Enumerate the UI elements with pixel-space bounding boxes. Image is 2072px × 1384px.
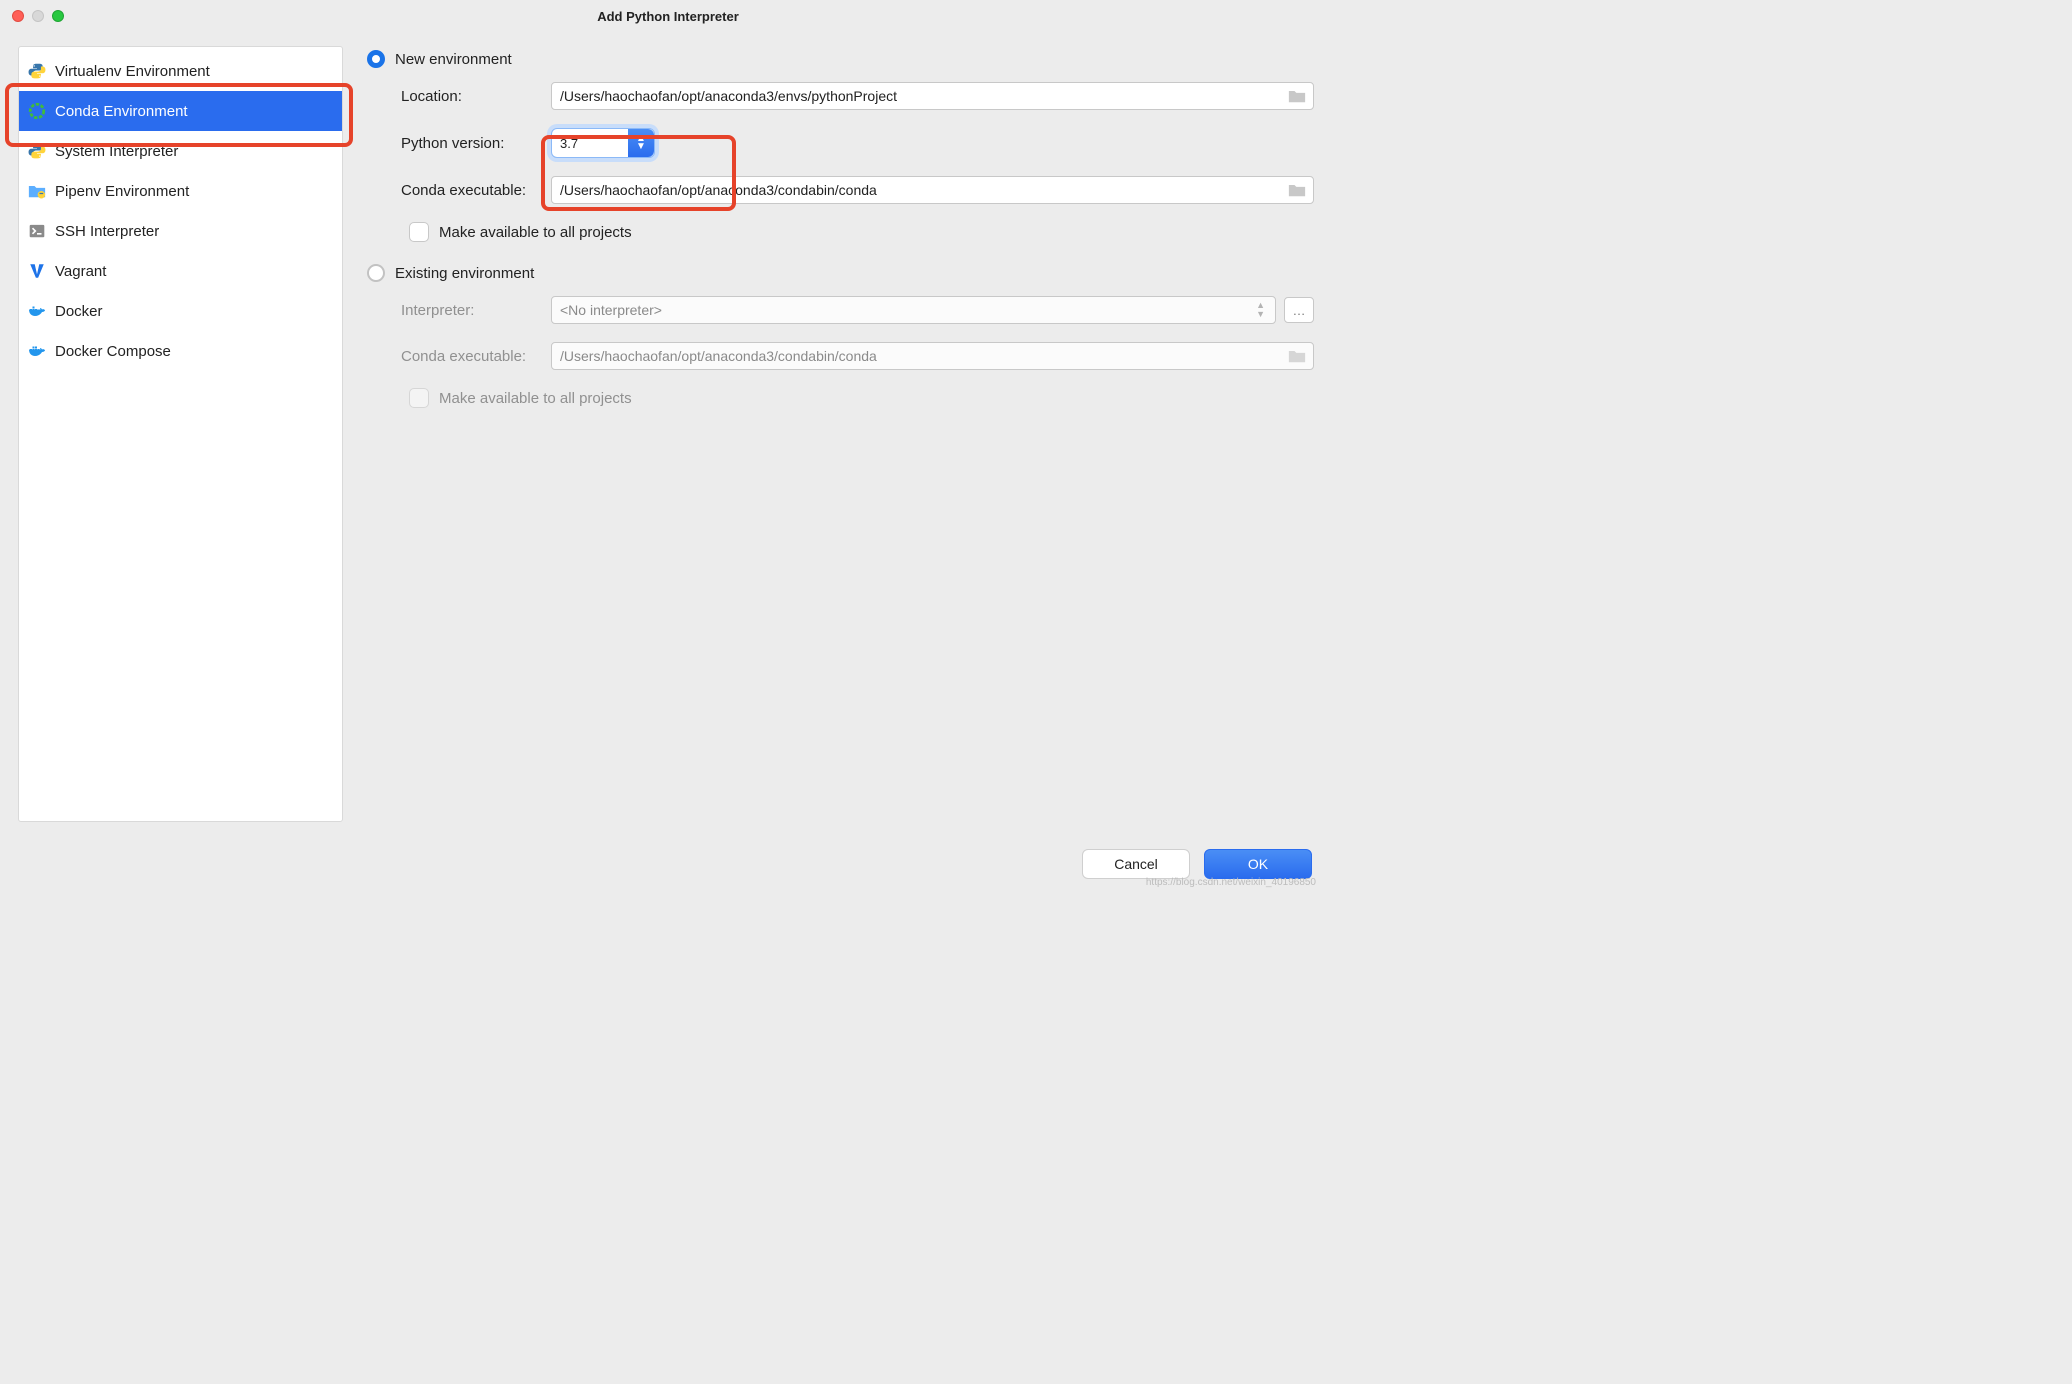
sidebar-item-vagrant[interactable]: Vagrant [19,251,342,291]
conda-exec-field-existing: /Users/haochaofan/opt/anaconda3/condabin… [551,342,1314,370]
python-icon [27,141,47,161]
conda-exec-field[interactable]: /Users/haochaofan/opt/anaconda3/condabin… [551,176,1314,204]
folder-python-icon [27,181,47,201]
python-version-value: 3.7 [560,136,578,151]
sidebar-item-pipenv[interactable]: Pipenv Environment [19,171,342,211]
conda-exec-value-existing: /Users/haochaofan/opt/anaconda3/condabin… [560,348,877,364]
ok-button[interactable]: OK [1204,849,1312,879]
sidebar-item-ssh[interactable]: SSH Interpreter [19,211,342,251]
browse-folder-icon[interactable] [1287,180,1307,203]
sidebar-item-virtualenv[interactable]: Virtualenv Environment [19,51,342,91]
make-available-label-existing: Make available to all projects [439,390,632,407]
make-available-label: Make available to all projects [439,224,632,241]
interpreter-select: <No interpreter> ▲▼ [551,296,1276,324]
location-field[interactable]: /Users/haochaofan/opt/anaconda3/envs/pyt… [551,82,1314,110]
radio-dot-icon [367,50,385,68]
sidebar-item-label: Docker [55,303,103,320]
terminal-icon [27,221,47,241]
python-version-label: Python version: [401,135,551,152]
ok-label: OK [1248,856,1268,872]
stepper-icon: ▲▼ [1256,301,1265,319]
docker-icon [27,301,47,321]
radio-existing-environment[interactable]: Existing environment [367,264,1314,282]
interpreter-label: Interpreter: [401,302,551,319]
browse-folder-icon [1287,346,1307,369]
sidebar-item-conda[interactable]: Conda Environment [19,91,342,131]
location-value: /Users/haochaofan/opt/anaconda3/envs/pyt… [560,88,897,104]
location-label: Location: [401,88,551,105]
sidebar-item-label: SSH Interpreter [55,223,159,240]
radio-label: New environment [395,51,512,68]
sidebar-item-docker-compose[interactable]: Docker Compose [19,331,342,371]
conda-exec-label: Conda executable: [401,182,551,199]
content-panel: New environment Location: /Users/haochao… [343,32,1336,836]
dialog-footer: Cancel OK https://blog.csdn.net/weixin_4… [0,836,1336,892]
sidebar-item-label: Conda Environment [55,103,188,120]
titlebar: Add Python Interpreter [0,0,1336,32]
cancel-label: Cancel [1114,856,1158,872]
conda-exec-label-existing: Conda executable: [401,348,551,365]
cancel-button[interactable]: Cancel [1082,849,1190,879]
make-available-checkbox[interactable] [409,222,429,242]
sidebar-item-label: Virtualenv Environment [55,63,210,80]
sidebar-item-docker[interactable]: Docker [19,291,342,331]
browse-folder-icon[interactable] [1287,86,1307,109]
conda-exec-value: /Users/haochaofan/opt/anaconda3/condabin… [560,182,877,198]
sidebar-item-label: System Interpreter [55,143,178,160]
interpreter-type-sidebar: Virtualenv Environment Conda Environment… [18,46,343,822]
vagrant-icon [27,261,47,281]
sidebar-item-label: Pipenv Environment [55,183,189,200]
docker-compose-icon [27,341,47,361]
make-available-checkbox-existing [409,388,429,408]
radio-new-environment[interactable]: New environment [367,50,1314,68]
python-version-select[interactable]: 3.7 ▲▼ [551,128,655,158]
watermark-text: https://blog.csdn.net/weixin_40196850 [1146,877,1316,888]
window-title: Add Python Interpreter [0,9,1336,24]
interpreter-value: <No interpreter> [560,302,662,318]
radio-dot-icon [367,264,385,282]
sidebar-item-label: Docker Compose [55,343,171,360]
select-knob-icon: ▲▼ [628,129,654,157]
anaconda-icon [27,101,47,121]
radio-label: Existing environment [395,265,534,282]
python-icon [27,61,47,81]
interpreter-options-button: … [1284,297,1314,323]
sidebar-item-system[interactable]: System Interpreter [19,131,342,171]
sidebar-item-label: Vagrant [55,263,106,280]
